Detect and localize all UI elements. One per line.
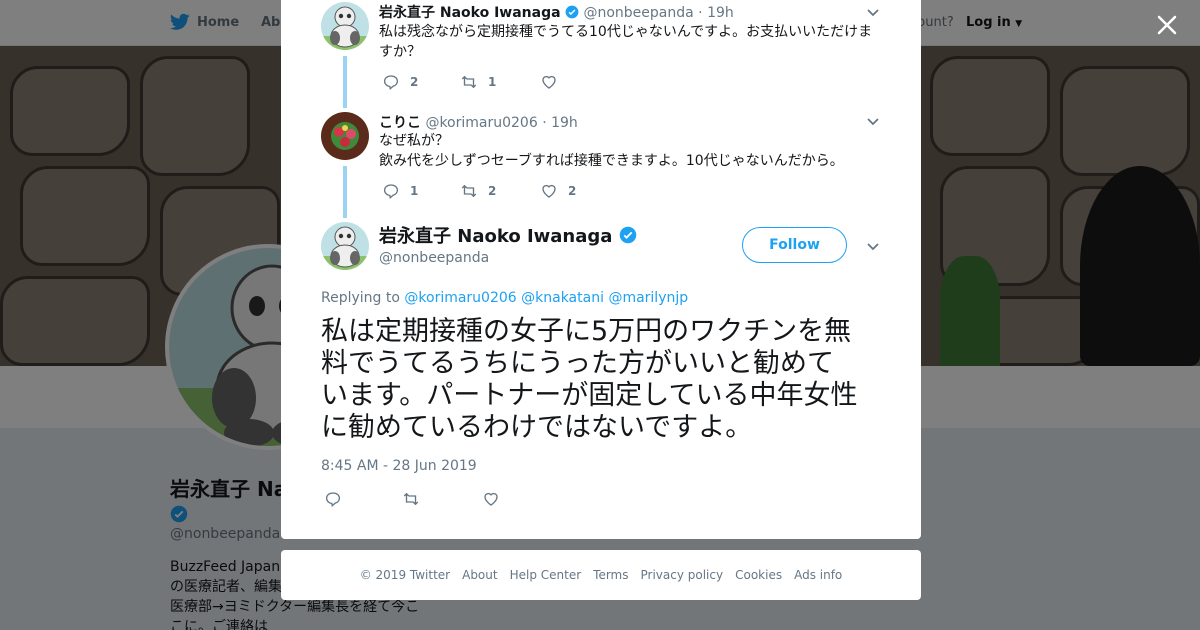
heart-icon [484, 492, 498, 506]
mention-link[interactable]: @marilynjp [608, 290, 688, 306]
close-icon[interactable] [1152, 10, 1182, 40]
tweet-time[interactable]: 19h [551, 115, 578, 131]
main-tweet-text-line: に勧めているわけではないですよ。 [321, 412, 753, 443]
heart-icon [542, 184, 556, 198]
mention-link[interactable]: @korimaru0206 [404, 290, 516, 306]
verified-badge-icon [619, 226, 636, 244]
main-tweet-text-line: 料でうてるうちにうった方がいいと勧めて [321, 348, 834, 379]
retweet-icon [403, 492, 419, 506]
reply-count: 2 [410, 75, 419, 89]
modal-footer: © 2019 Twitter About Help Center Terms P… [281, 550, 921, 600]
reply-action[interactable] [324, 490, 342, 508]
retweet-count: 2 [488, 184, 497, 198]
retweet-icon [461, 184, 477, 198]
flower-avatar-icon [321, 112, 369, 160]
heart-icon [542, 75, 556, 89]
retweet-icon [461, 75, 477, 89]
chevron-down-icon[interactable] [865, 113, 881, 129]
reply-icon [383, 75, 399, 91]
main-tweet-author-name[interactable]: 岩永直子 Naoko Iwanaga [379, 226, 612, 247]
tweet-author-name[interactable]: こりこ [379, 115, 421, 131]
tweet-time[interactable]: 19h [707, 5, 734, 21]
tweet-text-line: なぜ私が？ [379, 133, 449, 149]
retweet-action[interactable]: 1 [460, 73, 496, 91]
footer-link-cookies[interactable]: Cookies [735, 568, 782, 582]
main-tweet-text-line: 私は定期接種の女子に5万円のワクチンを無 [321, 316, 852, 347]
like-action[interactable]: 2 [540, 182, 576, 200]
tweet-author-name[interactable]: 岩永直子 Naoko Iwanaga [379, 5, 561, 21]
thread-avatar[interactable] [321, 112, 369, 160]
reply-icon [383, 184, 399, 200]
main-tweet-text-line: います。パートナーが固定している中年女性 [321, 380, 858, 411]
panda-avatar-icon [321, 2, 369, 50]
footer-copyright: © 2019 Twitter [359, 568, 451, 582]
footer-link-privacy[interactable]: Privacy policy [641, 568, 724, 582]
thread-line [343, 56, 347, 108]
footer-link-about[interactable]: About [462, 568, 497, 582]
tweet-header: 岩永直子 Naoko Iwanaga @nonbeepanda · 19h [379, 5, 734, 21]
footer-link-terms[interactable]: Terms [593, 568, 628, 582]
main-tweet-timestamp[interactable]: 8:45 AM - 28 Jun 2019 [321, 458, 477, 474]
footer-link-help[interactable]: Help Center [510, 568, 582, 582]
like-action[interactable] [540, 73, 568, 91]
reply-action[interactable]: 1 [382, 182, 418, 200]
tweet-text-line: 私は残念ながら定期接種でうてる10代じゃないんですよ。お支払いいただけま [379, 24, 873, 40]
mention-link[interactable]: @knakatani [521, 290, 604, 306]
retweet-count: 1 [488, 75, 497, 89]
tweet-author-handle[interactable]: @korimaru0206 [425, 115, 537, 131]
reply-count: 1 [410, 184, 419, 198]
verified-badge-icon [565, 5, 579, 19]
tweet-text-line: すか？ [379, 44, 421, 60]
reply-icon [325, 492, 341, 508]
main-tweet-handle[interactable]: @nonbeepanda [379, 250, 489, 266]
thread-avatar[interactable] [321, 2, 369, 50]
tweet-author-handle[interactable]: @nonbeepanda [583, 5, 693, 21]
replying-to: Replying to @korimaru0206 @knakatani @ma… [321, 290, 688, 306]
follow-button[interactable]: Follow [742, 227, 847, 263]
chevron-down-icon[interactable] [865, 238, 881, 254]
tweet-modal: 岩永直子 Naoko Iwanaga @nonbeepanda · 19h 私は… [281, 0, 921, 539]
like-count: 2 [568, 184, 577, 198]
tweet-text: なぜ私が？ 飲み代を少しずつセーブすれば接種できますよ。10代じゃないんだから。 [379, 131, 879, 171]
footer-link-ads[interactable]: Ads info [794, 568, 842, 582]
retweet-action[interactable] [402, 490, 420, 508]
panda-avatar-icon [321, 222, 369, 270]
replying-label: Replying to [321, 290, 400, 306]
chevron-down-icon[interactable] [865, 4, 881, 20]
main-tweet-author[interactable]: 岩永直子 Naoko Iwanaga [379, 222, 637, 248]
main-tweet-avatar[interactable] [321, 222, 369, 270]
tweet-header: こりこ @korimaru0206 · 19h [379, 115, 578, 131]
main-tweet-text: 私は定期接種の女子に5万円のワクチンを無 料でうてるうちにうった方がいいと勧めて… [321, 316, 881, 444]
thread-line [343, 166, 347, 218]
like-action[interactable] [482, 490, 500, 508]
reply-action[interactable]: 2 [382, 73, 418, 91]
retweet-action[interactable]: 2 [460, 182, 496, 200]
tweet-text-line: 飲み代を少しずつセーブすれば接種できますよ。10代じゃないんだから。 [379, 153, 844, 169]
tweet-text: 私は残念ながら定期接種でうてる10代じゃないんですよ。お支払いいただけま すか？ [379, 22, 879, 62]
